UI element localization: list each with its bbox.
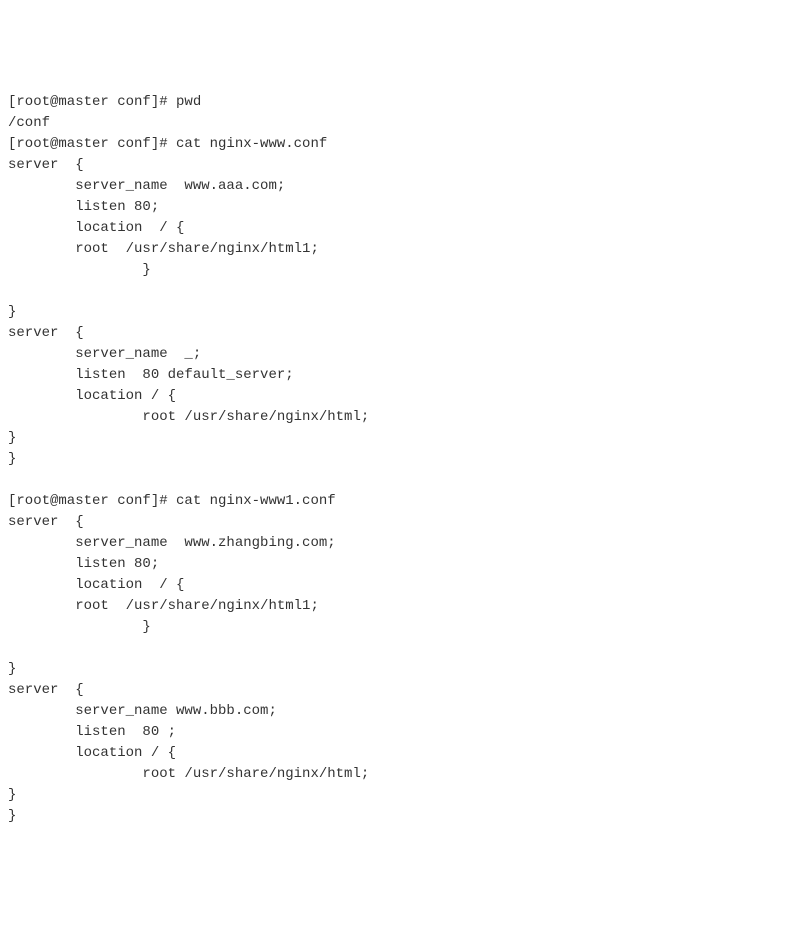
line: location / {	[8, 577, 184, 593]
line: }	[8, 451, 16, 467]
line: [root@master conf]# cat nginx-www1.conf	[8, 493, 336, 509]
line: listen 80;	[8, 199, 159, 215]
line: server_name _;	[8, 346, 201, 362]
line: }	[8, 304, 16, 320]
line: }	[8, 619, 151, 635]
line: root /usr/share/nginx/html;	[8, 766, 369, 782]
terminal-output: [root@master conf]# pwd /conf [root@mast…	[8, 92, 792, 827]
line: root /usr/share/nginx/html;	[8, 409, 369, 425]
line: location / {	[8, 220, 184, 236]
line: server_name www.aaa.com;	[8, 178, 285, 194]
line: listen 80;	[8, 556, 159, 572]
line: server {	[8, 514, 84, 530]
line: root /usr/share/nginx/html1;	[8, 598, 319, 614]
line: [root@master conf]# cat nginx-www.conf	[8, 136, 327, 152]
line: server {	[8, 157, 84, 173]
line: server_name www.bbb.com;	[8, 703, 277, 719]
line: location / {	[8, 388, 176, 404]
line: [root@master conf]# pwd	[8, 94, 201, 110]
line: }	[8, 787, 16, 803]
line: server {	[8, 682, 84, 698]
line: listen 80 ;	[8, 724, 176, 740]
line: server_name www.zhangbing.com;	[8, 535, 336, 551]
line: listen 80 default_server;	[8, 367, 294, 383]
line: }	[8, 430, 16, 446]
line: server {	[8, 325, 84, 341]
line: /conf	[8, 115, 50, 131]
line: location / {	[8, 745, 176, 761]
line: }	[8, 661, 16, 677]
line: }	[8, 808, 16, 824]
line: root /usr/share/nginx/html1;	[8, 241, 319, 257]
line: }	[8, 262, 151, 278]
